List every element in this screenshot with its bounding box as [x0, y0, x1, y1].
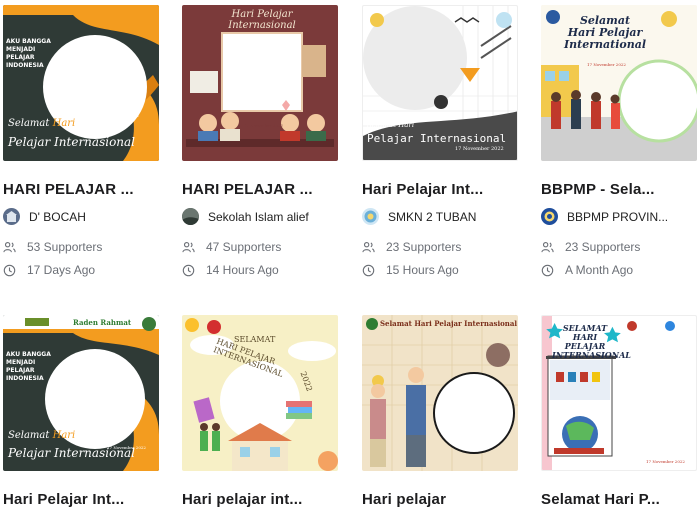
people-icon [3, 241, 16, 252]
card-title[interactable]: Hari pelajar [362, 491, 537, 508]
campaign-thumbnail[interactable]: Hari Pelajar Internasional 17 November 20… [182, 5, 338, 161]
campaign-card[interactable]: Selamat Hari Pelajar Internasional 17 No… [362, 5, 520, 277]
photo-icon [182, 208, 199, 225]
campaign-thumbnail[interactable]: Selamat Hari Pelajar Internasional [362, 315, 518, 471]
thumb-date: 17 November 2022 [587, 62, 626, 67]
thumb-date: 17 November 2022 [107, 445, 146, 450]
avatar [3, 208, 20, 225]
creator-name: D' BOCAH [29, 209, 86, 224]
twibbon-frame-art [362, 315, 518, 471]
ministry-logo-icon [544, 211, 555, 222]
creator[interactable]: Sekolah Islam alief [182, 208, 357, 225]
card-title[interactable]: HARI PELAJAR ... [182, 181, 357, 198]
thumb-headline: SELAMAT HARI PELAJAR INTERNASIONAL [552, 323, 631, 360]
campaign-card[interactable]: Selamat Hari Pelajar International 17 Nove… [541, 5, 699, 277]
people-icon [182, 241, 195, 252]
campaign-card[interactable]: SELAMAT HARI PELAJAR INTERNASIONAL 17 Nove… [541, 315, 699, 508]
clock-icon [3, 264, 16, 276]
people-icon [541, 241, 554, 252]
campaign-thumbnail[interactable]: SELAMAT HARI PELAJAR INTERNASIONAL 17 Nove… [541, 315, 697, 471]
campaign-thumbnail[interactable]: Selamat Hari Pelajar International 17 Nove… [541, 5, 697, 161]
supporters-count: 53 Supporters [3, 240, 102, 254]
clock-icon [541, 264, 554, 276]
time-ago: 14 Hours Ago [182, 263, 279, 277]
time-ago: A Month Ago [541, 263, 633, 277]
thumb-slogan: AKU BANGGA MENJADI PELAJAR INDONESIA [6, 351, 51, 382]
campaign-thumbnail[interactable]: Raden Rahmat AKU BANGGA MENJADI PELAJAR IND… [3, 315, 159, 471]
building-icon [6, 211, 17, 222]
supporters-count: 23 Supporters [362, 240, 461, 254]
avatar [541, 208, 558, 225]
campaign-thumbnail[interactable]: AKU BANGGA MENJADI PELAJAR INDONESIA 17 Nov… [3, 5, 159, 161]
thumb-school-name: Raden Rahmat [73, 318, 132, 327]
thumb-headline: Selamat Hari Pelajar International [563, 14, 647, 51]
thumb-date: 17 November 2022 [100, 113, 139, 118]
creator-name: BBPMP PROVIN... [567, 209, 669, 224]
campaign-card[interactable]: AKU BANGGA MENJADI PELAJAR INDONESIA 17 Nov… [3, 5, 161, 277]
people-icon [362, 241, 375, 252]
thumb-greeting: SELAMAT [234, 335, 276, 344]
thumb-greeting: Selamat Hari [367, 121, 415, 129]
thumb-date: 17 November 2022 [455, 146, 504, 152]
card-title[interactable]: Hari Pelajar Int... [362, 181, 537, 198]
creator[interactable]: BBPMP PROVIN... [541, 208, 700, 225]
campaign-thumbnail[interactable]: Selamat Hari Pelajar Internasional 17 No… [362, 5, 518, 161]
clock-icon [362, 264, 375, 276]
time-ago: 17 Days Ago [3, 263, 95, 277]
campaign-card[interactable]: Raden Rahmat AKU BANGGA MENJADI PELAJAR IND… [3, 315, 161, 508]
campaign-card[interactable]: Selamat Hari Pelajar Internasional Hari … [362, 315, 520, 508]
clock-icon [182, 264, 195, 276]
supporters-count: 47 Supporters [182, 240, 281, 254]
card-title[interactable]: Selamat Hari P... [541, 491, 700, 508]
campaign-thumbnail[interactable]: SELAMAT HARI PELAJAR INTERNASIONAL 2022 [182, 315, 338, 471]
avatar [182, 208, 199, 225]
campaign-card[interactable]: Hari Pelajar Internasional 17 November 20… [182, 5, 340, 277]
card-title[interactable]: BBPMP - Sela... [541, 181, 700, 198]
thumb-slogan: AKU BANGGA MENJADI PELAJAR INDONESIA [6, 38, 51, 69]
thumb-headline: Hari Pelajar Internasional [228, 9, 296, 31]
time-ago: 15 Hours Ago [362, 263, 459, 277]
creator-name: SMKN 2 TUBAN [388, 209, 477, 224]
thumb-headline: Pelajar Internasional [367, 132, 507, 145]
campaign-card[interactable]: SELAMAT HARI PELAJAR INTERNASIONAL 2022 … [182, 315, 340, 508]
creator[interactable]: D' BOCAH [3, 208, 178, 225]
thumb-headline: Pelajar Internasional [8, 135, 136, 149]
avatar [362, 208, 379, 225]
thumb-date: 17 November 2022 [244, 123, 283, 128]
thumb-date: 17 November 2022 [646, 459, 685, 464]
creator-name: Sekolah Islam alief [208, 209, 309, 224]
card-title[interactable]: HARI PELAJAR ... [3, 181, 178, 198]
creator[interactable]: SMKN 2 TUBAN [362, 208, 537, 225]
card-title[interactable]: Hari Pelajar Int... [3, 491, 178, 508]
school-logo-icon [364, 210, 377, 223]
card-title[interactable]: Hari pelajar int... [182, 491, 357, 508]
thumb-greeting: Selamat Hari [8, 430, 76, 441]
thumb-headline: Selamat Hari Pelajar Internasional [380, 319, 518, 328]
thumb-greeting: Selamat Hari [8, 118, 76, 129]
supporters-count: 23 Supporters [541, 240, 640, 254]
